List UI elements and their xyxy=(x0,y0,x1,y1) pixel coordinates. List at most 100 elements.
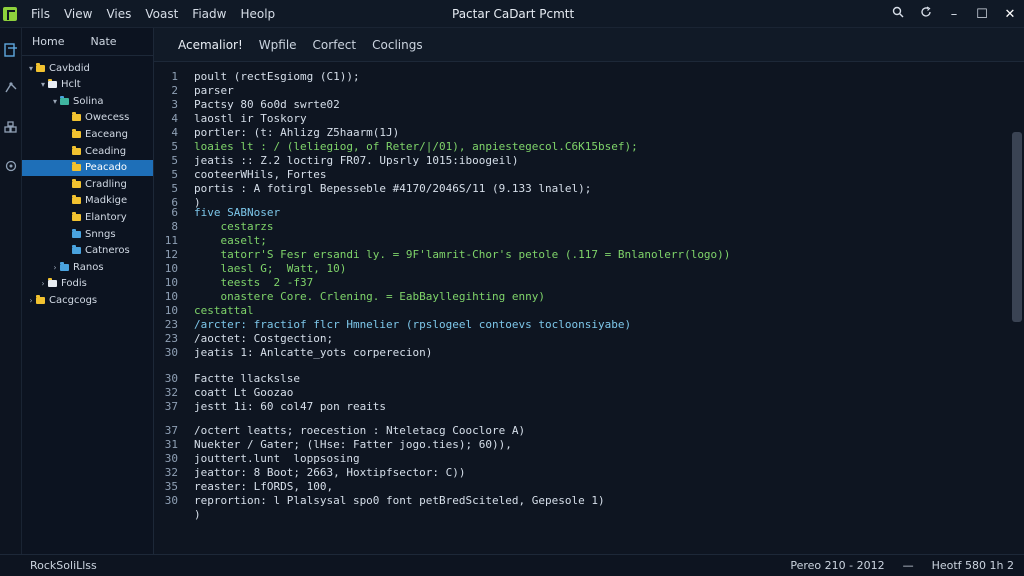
menu-item-vies[interactable]: Vies xyxy=(106,7,131,21)
sync-icon[interactable] xyxy=(912,6,940,22)
tree-item-label: Cradling xyxy=(85,178,127,190)
line-number: 5 xyxy=(171,168,178,181)
explorer-icon[interactable] xyxy=(3,42,19,58)
code-line: 30 reprortion: l Plalsysal spo0 font petB… xyxy=(154,494,1004,508)
tab-corfect[interactable]: Corfect xyxy=(313,38,357,52)
close-icon[interactable]: ✕ xyxy=(996,7,1024,22)
code-text: cooteerWHils, Fortes xyxy=(194,168,327,181)
chevron-icon[interactable]: › xyxy=(26,296,36,305)
tree-item-label: Snngs xyxy=(85,228,116,240)
run-debug-icon[interactable] xyxy=(3,80,19,96)
explorer-tab-nate[interactable]: Nate xyxy=(90,35,116,48)
code-line: 30 jeatis 1: Anlcatte_yots corperecion) xyxy=(154,346,1004,360)
tree-item[interactable]: › Fodis xyxy=(22,276,153,292)
maximize-icon[interactable]: ☐ xyxy=(968,7,996,22)
line-number: 37 xyxy=(164,424,178,437)
chevron-icon[interactable]: › xyxy=(38,279,48,288)
code-text: easelt; xyxy=(194,234,267,247)
code-text: laostl ir Toskory xyxy=(194,112,307,125)
line-number: 4 xyxy=(171,112,178,125)
code-text: jeatis :: Z.2 loctirg FR07. Upsrly 1015:… xyxy=(194,154,519,167)
tree-item[interactable]: Eaceang xyxy=(22,126,153,142)
line-number: 37 xyxy=(164,400,178,413)
tree-item[interactable]: Ceading xyxy=(22,143,153,159)
tree-item[interactable]: › Cacgcogs xyxy=(22,292,153,308)
tab-acemalior[interactable]: Acemalior! xyxy=(178,38,243,52)
tree-item-label: Solina xyxy=(73,95,104,107)
code-line: 35 reaster: LfORDS, 100, xyxy=(154,480,1004,494)
line-number: 6 xyxy=(171,206,178,219)
chevron-icon[interactable]: › xyxy=(50,263,60,272)
code-line: 10 laesl G; Watt, 10) xyxy=(154,262,1004,276)
code-editor[interactable]: 1 poult (rectEsgiomg (C1)); 2 parser 3 Pactsy… xyxy=(154,62,1024,554)
code-text: ) xyxy=(194,508,201,521)
tree-item[interactable]: ▾ Cavbdid xyxy=(22,60,153,76)
line-number: 35 xyxy=(164,480,178,493)
line-number: 32 xyxy=(164,466,178,479)
app-logo-icon xyxy=(3,6,17,21)
code-text: coatt Lt Goozao xyxy=(194,386,294,399)
settings-icon[interactable] xyxy=(3,158,19,174)
chevron-icon[interactable]: ▾ xyxy=(38,80,48,89)
activity-bar xyxy=(0,28,22,554)
code-text: jouttert.lunt loppsosing xyxy=(194,452,360,465)
line-number: 10 xyxy=(164,304,178,317)
menu-item-view[interactable]: View xyxy=(64,7,92,21)
tree-item[interactable]: Elantory xyxy=(22,209,153,225)
code-line: 3 Pactsy 80 6o0d swrte02 xyxy=(154,98,1004,112)
line-number: 10 xyxy=(164,262,178,275)
explorer-tabs: Home Nate xyxy=(22,28,153,56)
code-line: 5 loaies lt : / (leliegiog, of Reter/|/01… xyxy=(154,140,1004,154)
code-text: Nuekter / Gater; (lHse: Fatter jogo.ties… xyxy=(194,438,512,451)
menu-item-fiadw[interactable]: Fiadw xyxy=(192,7,226,21)
chevron-icon[interactable]: ▾ xyxy=(50,97,60,106)
menu-item-help[interactable]: Heolp xyxy=(240,7,275,21)
explorer-tab-home[interactable]: Home xyxy=(32,35,64,48)
line-number: 32 xyxy=(164,386,178,399)
tree-item[interactable]: Snngs xyxy=(22,226,153,242)
code-line: 37 jestt 1i: 60 col47 pon reaits xyxy=(154,400,1004,414)
tree-item[interactable]: Peacado xyxy=(22,159,153,176)
tree-item-label: Peacado xyxy=(85,162,128,174)
tree-item-label: Owecess xyxy=(85,112,130,124)
extensions-icon[interactable] xyxy=(3,120,19,136)
line-number: 30 xyxy=(164,494,178,507)
code-text: /aoctet: Costgection; xyxy=(194,332,334,345)
line-number: 31 xyxy=(164,438,178,451)
tab-coclings[interactable]: Coclings xyxy=(372,38,422,52)
line-number: 23 xyxy=(164,318,178,331)
code-text: jeattor: 8 Boot; 2663, Hoxtipfsector: C)… xyxy=(194,466,466,479)
menu-item-voast[interactable]: Voast xyxy=(145,7,178,21)
minimize-icon[interactable]: – xyxy=(940,7,968,22)
menu-item-file[interactable]: Fils xyxy=(31,7,50,21)
tree-item[interactable]: ▾ Solina xyxy=(22,93,153,109)
code-text: Pactsy 80 6o0d swrte02 xyxy=(194,98,340,111)
tree-item[interactable]: Madkige xyxy=(22,193,153,209)
chevron-icon[interactable]: ▾ xyxy=(26,64,36,73)
tree-item-label: Hclt xyxy=(61,79,81,91)
tree-item[interactable]: Catneros xyxy=(22,243,153,259)
code-text: jeatis 1: Anlcatte_yots corperecion) xyxy=(194,346,433,359)
folder-icon xyxy=(60,95,69,105)
line-number: 30 xyxy=(164,452,178,465)
tree-item[interactable]: Cradling xyxy=(22,176,153,192)
tree-item-label: Eaceang xyxy=(85,128,128,140)
tree-item[interactable]: Owecess xyxy=(22,110,153,126)
tree-item[interactable]: › Ranos xyxy=(22,259,153,275)
window-title: Pactar CaDart Pcmtt xyxy=(452,7,575,21)
search-icon[interactable] xyxy=(884,6,912,22)
tree-item-label: Ranos xyxy=(73,261,104,273)
code-line: 8 cestarzs xyxy=(154,220,1004,234)
code-line: 37/octert leatts; roecestion : Nteletacg… xyxy=(154,424,1004,438)
tab-wpfile[interactable]: Wpfile xyxy=(259,38,297,52)
folder-icon xyxy=(72,128,81,138)
code-text: parser xyxy=(194,84,234,97)
status-position: Pereo 210 - 2012 xyxy=(790,559,885,572)
code-text: poult (rectEsgiomg (C1)); xyxy=(194,70,360,83)
editor-scrollbar[interactable] xyxy=(1012,132,1022,322)
code-text: five SABNoser xyxy=(194,206,281,219)
folder-icon xyxy=(72,162,81,172)
code-text: reaster: LfORDS, 100, xyxy=(194,480,334,493)
tree-item[interactable]: ▾ Hclt xyxy=(22,77,153,93)
code-line: 23/arcter: fractiof flcr Hmnelier (rpslo… xyxy=(154,318,1004,332)
